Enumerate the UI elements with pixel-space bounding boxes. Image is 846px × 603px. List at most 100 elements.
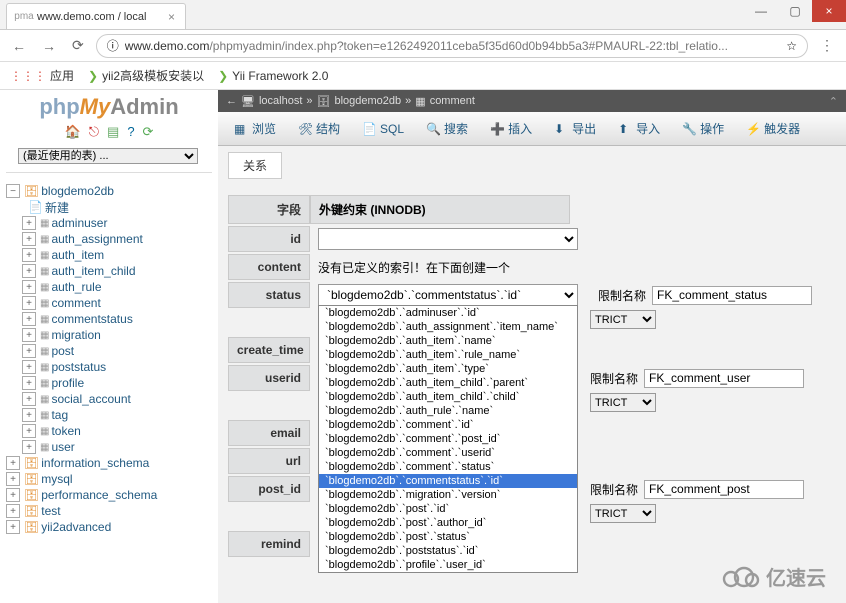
browser-menu-icon[interactable]: ⋮ [816,37,838,54]
tree-table[interactable]: +▦ auth_rule [6,279,212,295]
tab-export[interactable]: ⬇导出 [546,116,604,141]
expand-icon[interactable]: + [6,456,20,470]
expand-icon[interactable]: + [22,264,36,278]
expand-icon[interactable]: + [22,344,36,358]
expand-icon[interactable]: + [22,248,36,262]
tab-browse[interactable]: ▦浏览 [226,116,284,141]
bc-server[interactable]: localhost [259,95,302,107]
tree-new[interactable]: 📄 新建 [6,199,212,215]
dropdown-option[interactable]: `blogdemo2db`.`auth_item`.`type` [319,362,577,376]
expand-icon[interactable]: + [22,392,36,406]
nav-reload-icon[interactable]: ⟳ [68,37,88,54]
tab-triggers[interactable]: ⚡触发器 [738,116,808,141]
url-input[interactable]: ⓘ www.demo.com/phpmyadmin/index.php?toke… [96,34,808,58]
expand-icon[interactable]: + [22,360,36,374]
tree-table[interactable]: +▦ profile [6,375,212,391]
logout-icon[interactable]: ⎋ [89,124,99,140]
browser-tab[interactable]: pma www.demo.com / local × [6,3,186,29]
expand-icon[interactable]: + [22,216,36,230]
tree-db[interactable]: +🗄 information_schema [6,455,212,471]
expand-icon[interactable]: + [6,504,20,518]
tree-table[interactable]: +▦ post [6,343,212,359]
bookmark-item[interactable]: ❯Yii Framework 2.0 [218,69,328,83]
tree-table[interactable]: +▦ token [6,423,212,439]
dropdown-option[interactable]: `blogdemo2db`.`migration`.`version` [319,488,577,502]
panel-toggle-icon[interactable]: ← [226,95,237,107]
tree-db[interactable]: +🗄 mysql [6,471,212,487]
dropdown-option[interactable]: `blogdemo2db`.`auth_item_child`.`parent` [319,376,577,390]
tab-operations[interactable]: 🔧操作 [674,116,732,141]
dropdown-option[interactable]: `blogdemo2db`.`comment`.`post_id` [319,432,577,446]
tree-table[interactable]: +▦ auth_item_child [6,263,212,279]
tree-db[interactable]: +🗄 performance_schema [6,487,212,503]
subtab-relation[interactable]: 关系 [228,152,282,179]
dropdown-option[interactable]: `blogdemo2db`.`post`.`id` [319,502,577,516]
tab-search[interactable]: 🔍搜索 [418,116,476,141]
home-icon[interactable]: 🏠 [65,124,81,140]
expand-icon[interactable]: + [6,472,20,486]
expand-icon[interactable]: + [22,312,36,326]
tree-table[interactable]: +▦ tag [6,407,212,423]
constraint-name-userid[interactable] [644,369,804,388]
expand-icon[interactable]: + [22,424,36,438]
expand-icon[interactable]: + [22,440,36,454]
dropdown-option[interactable]: `blogdemo2db`.`post`.`author_id` [319,516,577,530]
expand-icon[interactable]: + [22,376,36,390]
tree-table[interactable]: +▦ poststatus [6,359,212,375]
bookmark-item[interactable]: ❯yii2高级模板安装以 [88,67,204,84]
window-close-icon[interactable]: × [812,0,846,22]
recent-tables-select[interactable]: (最近使用的表) ... [18,148,198,164]
fk-select-status[interactable]: `blogdemo2db`.`commentstatus`.`id` [318,284,578,306]
apps-button[interactable]: ⋮⋮⋮ 应用 [10,67,74,84]
tab-insert[interactable]: ➕插入 [482,116,540,141]
tree-table[interactable]: +▦ auth_item [6,247,212,263]
window-maximize-icon[interactable]: ▢ [778,0,812,22]
tab-sql[interactable]: 📄SQL [354,118,412,140]
collapse-icon[interactable]: − [6,184,20,198]
on-action-select[interactable]: TRICT [590,393,656,412]
expand-icon[interactable]: + [22,280,36,294]
tree-table[interactable]: +▦ adminuser [6,215,212,231]
bc-table[interactable]: comment [430,95,475,107]
on-action-select[interactable]: TRICT [590,504,656,523]
docs-icon[interactable]: ? [127,124,134,140]
expand-icon[interactable]: + [22,232,36,246]
expand-icon[interactable]: + [6,520,20,534]
dropdown-option[interactable]: `blogdemo2db`.`profile`.`user_id` [319,558,577,572]
tree-table[interactable]: +▦ commentstatus [6,311,212,327]
dropdown-option[interactable]: `blogdemo2db`.`commentstatus`.`id` [319,474,577,488]
sql-icon[interactable]: ▤ [107,124,119,140]
tab-import[interactable]: ⬆导入 [610,116,668,141]
dropdown-option[interactable]: `blogdemo2db`.`auth_assignment`.`item_na… [319,320,577,334]
expand-icon[interactable]: + [22,408,36,422]
tab-close-icon[interactable]: × [168,10,175,24]
expand-icon[interactable]: + [6,488,20,502]
tab-structure[interactable]: 🛠结构 [290,116,348,141]
dropdown-option[interactable]: `blogdemo2db`.`post`.`status` [319,530,577,544]
window-minimize-icon[interactable]: — [744,0,778,22]
fk-select-id[interactable] [318,228,578,250]
dropdown-option[interactable]: `blogdemo2db`.`comment`.`id` [319,418,577,432]
dropdown-option[interactable]: `blogdemo2db`.`auth_item`.`rule_name` [319,348,577,362]
expand-icon[interactable]: + [22,328,36,342]
constraint-name-post-id[interactable] [644,480,804,499]
dropdown-option[interactable]: `blogdemo2db`.`auth_item`.`name` [319,334,577,348]
nav-forward-icon[interactable]: → [38,38,60,54]
tree-db[interactable]: +🗄 test [6,503,212,519]
on-action-select[interactable]: TRICT [590,310,656,329]
dropdown-option[interactable]: `blogdemo2db`.`comment`.`userid` [319,446,577,460]
nav-back-icon[interactable]: ← [8,38,30,54]
dropdown-option[interactable]: `blogdemo2db`.`poststatus`.`id` [319,544,577,558]
reload-icon[interactable]: ⟳ [143,124,154,140]
tree-db[interactable]: +🗄 yii2advanced [6,519,212,535]
dropdown-option[interactable]: `blogdemo2db`.`adminuser`.`id` [319,306,577,320]
tree-table[interactable]: +▦ migration [6,327,212,343]
tree-db-open[interactable]: − 🗄 blogdemo2db [6,183,212,199]
fk-dropdown-list[interactable]: `blogdemo2db`.`adminuser`.`id``blogdemo2… [318,305,578,573]
expand-icon[interactable]: + [22,296,36,310]
tree-table[interactable]: +▦ comment [6,295,212,311]
tree-table[interactable]: +▦ auth_assignment [6,231,212,247]
dropdown-option[interactable]: `blogdemo2db`.`auth_rule`.`name` [319,404,577,418]
bc-db[interactable]: blogdemo2db [334,95,401,107]
dropdown-option[interactable]: `blogdemo2db`.`auth_item_child`.`child` [319,390,577,404]
